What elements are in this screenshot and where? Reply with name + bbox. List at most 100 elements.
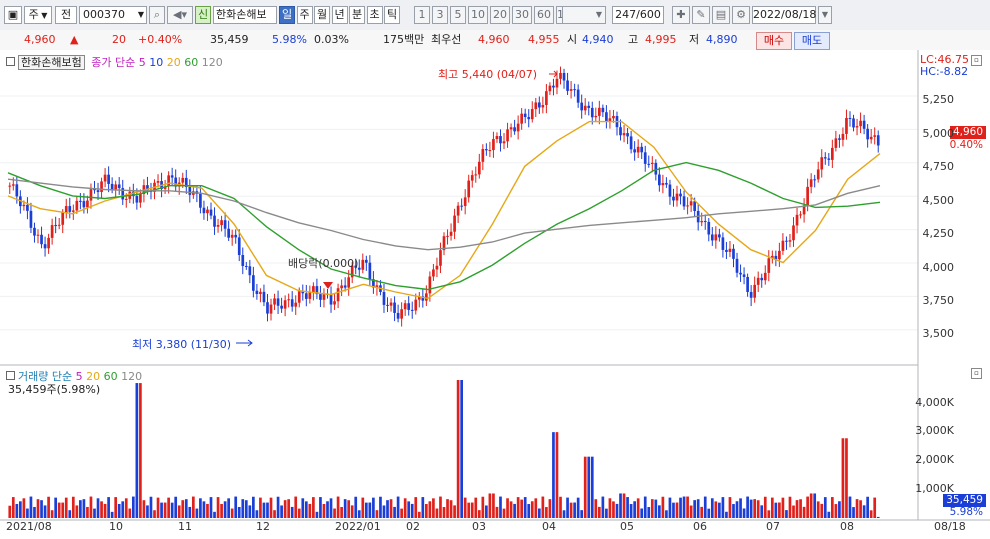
stock-name-field[interactable]: 한화손해보 [213,6,277,24]
ma20-legend[interactable]: 20 [167,56,181,69]
period-tab[interactable]: 초 [366,6,383,24]
volume-bar [485,505,488,518]
period-tab[interactable]: 년 [331,6,348,24]
volume-bar [682,496,686,518]
candle [79,200,82,202]
period-tab[interactable]: 주 [296,6,313,24]
high-annotation: 최고 5,440 (04/07) [438,68,538,81]
panel-close-icon[interactable]: ▫ [971,55,982,66]
volume-bar [562,510,566,518]
candle [435,265,439,270]
candle [710,234,714,241]
market-select[interactable]: 주 ▼ [24,6,52,24]
candle [537,102,541,108]
candle [223,220,227,229]
price-axis-tick: 3,750 [922,294,955,307]
ma10-legend[interactable]: 10 [149,56,163,69]
speaker-icon[interactable]: ◀▾ [167,6,193,24]
window-icon[interactable]: ▣ [4,6,22,24]
interval-button[interactable]: 60 [534,6,554,24]
save-icon[interactable]: ▤ [712,6,730,24]
volume-bar [626,497,629,518]
volume-bar [735,501,739,518]
volume-bar [799,499,802,518]
candle [71,210,75,212]
volume-bar [47,496,50,518]
volume-bar [93,508,96,518]
type-select[interactable]: 전 [55,6,77,24]
x-axis-tick: 12 [256,520,270,533]
volume-bar [873,497,877,518]
volume-bar [195,508,199,518]
candle [297,291,301,303]
candle [785,240,788,242]
volume-bar [605,508,608,518]
volume-bar [470,502,474,518]
volume-bar [54,497,58,518]
candle [220,220,223,226]
signal-badge[interactable]: 신 [195,6,211,24]
candle [795,214,799,226]
interval-button[interactable]: 1 [414,6,430,24]
best-ask: 4,960 [478,33,510,46]
calendar-dropdown-icon[interactable]: ▼ [818,6,832,24]
ma120-legend[interactable]: 120 [202,56,223,69]
ma5-legend[interactable]: 5 [139,56,146,69]
volume-panel-checkbox-icon[interactable] [6,371,15,380]
volume-bar [213,511,216,518]
volume-bar [379,496,382,518]
current-price: 4,960 [24,33,56,46]
bar-count-field[interactable]: 247/600 [612,6,664,24]
period-tab[interactable]: 일 [279,6,295,24]
candle [650,162,654,165]
volume-bar [633,501,636,518]
candle [622,133,626,136]
period-tab[interactable]: 틱 [384,6,400,24]
interval-custom-select[interactable]: ▼ [562,6,606,24]
volume-bar [146,505,149,518]
date-field[interactable]: 2022/08/18 [752,6,816,24]
ma60-legend[interactable]: 60 [184,56,198,69]
buy-button[interactable]: 매수 [756,32,792,50]
candle [686,205,689,207]
candle [449,231,453,236]
volume-bar [163,502,167,518]
volume-bar [375,510,379,518]
period-tab[interactable]: 분 [349,6,365,24]
sell-button[interactable]: 매도 [794,32,830,50]
draw-tool-icon[interactable]: ✎ [692,6,710,24]
candle [693,201,696,211]
volume-bar [312,497,315,518]
gear-icon[interactable]: ⚙ [732,6,750,24]
vol-ma60-legend[interactable]: 60 [104,370,118,383]
candle [827,158,831,160]
stock-chart[interactable] [0,50,990,539]
volume-axis-tick: 3,000K [915,424,954,437]
candle [756,277,760,285]
candle [852,118,855,128]
candle [809,179,813,187]
search-icon[interactable]: ⌕ [149,6,165,24]
interval-button[interactable]: 30 [512,6,532,24]
crosshair-icon[interactable]: ✚ [672,6,690,24]
interval-button[interactable]: 5 [450,6,466,24]
interval-button[interactable]: 3 [432,6,448,24]
x-axis-tick: 2021/08 [6,520,52,533]
volume-bar [830,497,834,518]
interval-button[interactable]: 10 [468,6,488,24]
vol-ma120-legend[interactable]: 120 [121,370,142,383]
candle [562,72,566,81]
candle [432,269,435,277]
volume-bar [862,505,866,518]
code-input[interactable]: 000370 ▼ [79,6,147,24]
period-tab[interactable]: 월 [314,6,330,24]
candle [838,138,841,140]
volume-bar [124,498,128,518]
panel-checkbox-icon[interactable] [6,57,15,66]
volume-panel-close-icon[interactable]: ▫ [971,368,982,379]
volume-bar [838,501,841,518]
candle [57,224,61,226]
volume-bar [700,506,704,518]
volume-bar [456,380,460,518]
interval-button[interactable]: 20 [490,6,510,24]
